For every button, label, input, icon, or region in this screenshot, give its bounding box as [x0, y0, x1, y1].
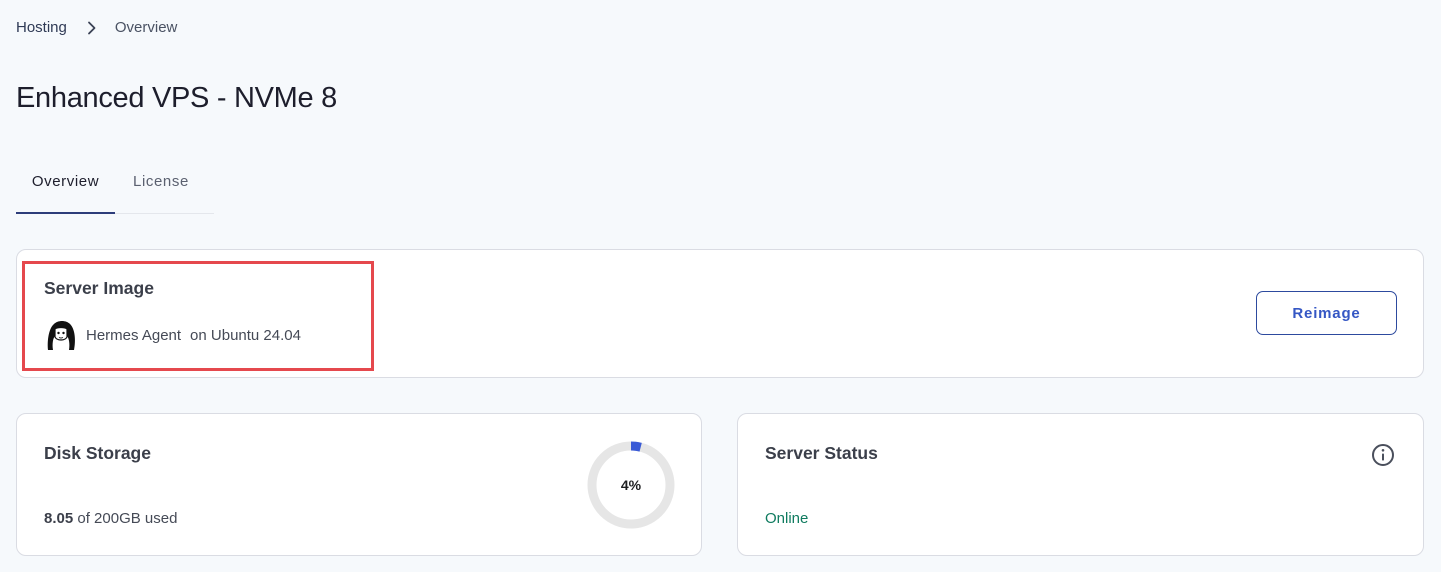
disk-usage-text: 8.05 of 200GB used: [44, 510, 177, 527]
os-info: Hermes Agent on Ubuntu 24.04: [44, 318, 301, 352]
server-status-value: Online: [765, 510, 809, 527]
info-icon[interactable]: [1371, 443, 1395, 467]
disk-used-value: 8.05: [44, 510, 74, 527]
breadcrumb-current: Overview: [114, 19, 178, 36]
breadcrumb-hosting-link[interactable]: Hosting: [16, 19, 67, 36]
disk-total-text: of 200GB used: [77, 510, 178, 527]
os-label: on Ubuntu 24.04: [190, 326, 301, 344]
server-image-card: Server Image Hermes Agent on Ubuntu 24.0…: [16, 249, 1424, 378]
disk-percent-label: 4%: [620, 477, 642, 493]
server-status-title: Server Status: [765, 443, 878, 463]
hermes-agent-logo-icon: [44, 318, 78, 352]
page-title: Enhanced VPS - NVMe 8: [16, 82, 337, 114]
server-image-title: Server Image: [44, 278, 154, 298]
reimage-button[interactable]: Reimage: [1256, 291, 1397, 335]
tab-license[interactable]: License: [115, 162, 189, 214]
tab-bar: Overview License: [16, 162, 214, 214]
tab-overview[interactable]: Overview: [16, 162, 115, 214]
disk-storage-title: Disk Storage: [44, 443, 151, 463]
app-name: Hermes Agent: [86, 326, 182, 344]
chevron-right-icon: [87, 21, 97, 35]
disk-storage-card: Disk Storage 8.05 of 200GB used 4%: [16, 413, 702, 556]
breadcrumb: Hosting Overview: [16, 19, 177, 36]
server-status-card: Server Status Online: [737, 413, 1424, 556]
